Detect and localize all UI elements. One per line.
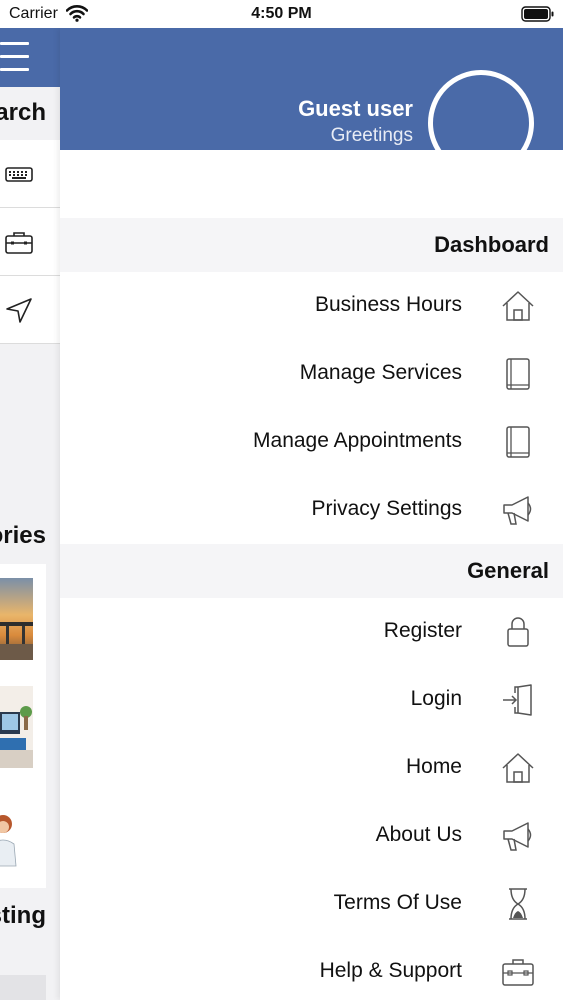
category-image-bridge (0, 578, 33, 660)
hamburger-menu-icon[interactable] (0, 42, 30, 74)
menu-item-business-hours[interactable]: Business Hours (60, 272, 563, 340)
background-screen: arch ries ting (0, 28, 60, 1000)
menu-item-label: Help & Support (319, 959, 462, 982)
background-header (0, 28, 60, 87)
avatar[interactable] (428, 70, 534, 150)
menu-item-privacy-settings[interactable]: Privacy Settings (60, 476, 563, 544)
lock-icon (498, 613, 538, 651)
menu-item-label: Privacy Settings (311, 497, 462, 520)
section-title: Dashboard (434, 232, 549, 257)
book-icon (498, 355, 538, 393)
user-name: Guest user (298, 96, 413, 121)
listing-title: sting (0, 902, 46, 929)
menu-item-label: Home (405, 755, 462, 778)
menu-item-terms-of-use[interactable]: Terms Of Use (60, 870, 563, 938)
category-image-doctor (0, 794, 33, 876)
menu-item-about-us[interactable]: About Us (60, 802, 563, 870)
location-arrow-icon (2, 296, 34, 324)
menu-item-manage-appointments[interactable]: Manage Appointments (60, 408, 563, 476)
briefcase-icon (498, 953, 538, 991)
menu-item-manage-services[interactable]: Manage Services (60, 340, 563, 408)
login-door-icon (498, 681, 538, 719)
search-row-location[interactable] (0, 276, 60, 344)
categories-title: ories (0, 522, 46, 549)
category-card[interactable] (0, 780, 46, 888)
search-title: arch (0, 99, 46, 126)
menu-item-label: Login (410, 687, 462, 710)
menu-item-home[interactable]: Home (60, 734, 563, 802)
section-header-general: General (60, 544, 563, 598)
category-card[interactable] (0, 672, 46, 780)
menu-item-label: About Us (375, 823, 462, 846)
home-icon (498, 749, 538, 787)
status-bar: Carrier 4:50 PM (0, 0, 563, 28)
category-card[interactable] (0, 564, 46, 672)
menu-item-label: Manage Appointments (253, 429, 462, 452)
battery-icon (521, 6, 554, 22)
section-title: General (467, 558, 549, 583)
megaphone-icon (498, 491, 538, 529)
status-time: 4:50 PM (251, 5, 312, 22)
menu-item-label: Register (383, 619, 462, 642)
drawer-header: Guest user Greetings (60, 28, 563, 150)
menu-item-help-support[interactable]: Help & Support (60, 938, 563, 1000)
book-icon (498, 423, 538, 461)
search-row-category[interactable] (0, 208, 60, 276)
search-row-keyword[interactable] (0, 140, 60, 208)
menu-item-register[interactable]: Register (60, 598, 563, 666)
hourglass-icon (498, 885, 538, 923)
keyboard-icon (2, 160, 34, 188)
category-image-office (0, 686, 33, 768)
section-header-dashboard: Dashboard (60, 218, 563, 272)
menu-item-label: Manage Services (299, 361, 462, 384)
side-drawer: Guest user Greetings Dashboard Business … (60, 28, 563, 1000)
user-greeting: Greetings (330, 125, 413, 146)
menu-item-label: Terms Of Use (333, 891, 462, 914)
megaphone-icon (498, 817, 538, 855)
menu-item-login[interactable]: Login (60, 666, 563, 734)
home-icon (498, 287, 538, 325)
menu-item-label: Business Hours (314, 293, 462, 316)
briefcase-icon (2, 228, 34, 256)
listing-card[interactable] (0, 975, 46, 1000)
